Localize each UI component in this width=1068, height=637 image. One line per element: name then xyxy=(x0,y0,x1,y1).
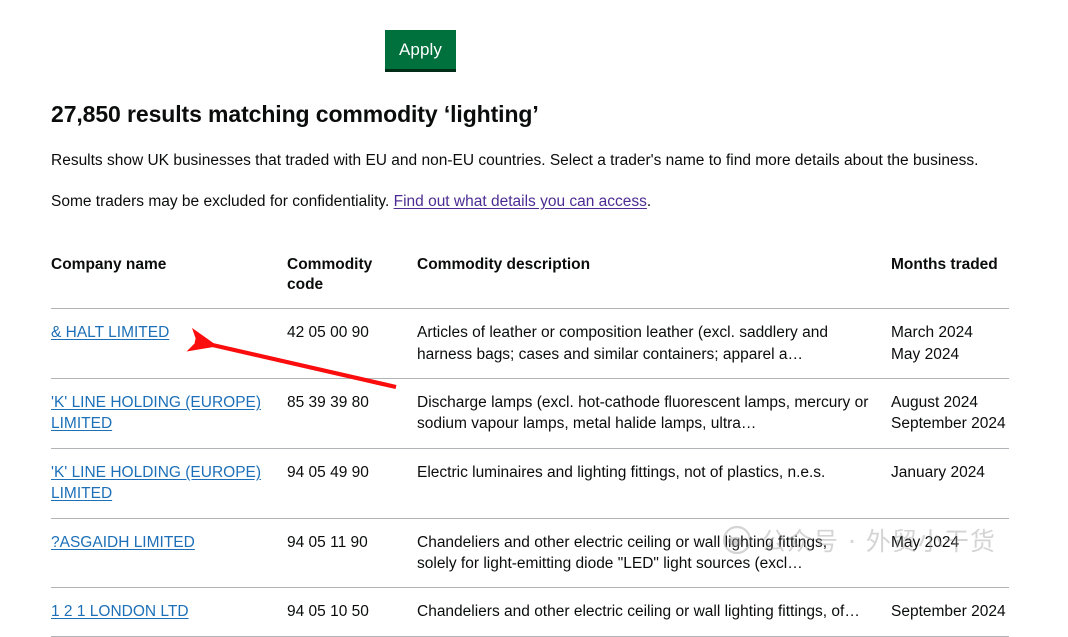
cell-company-name: 'K' LINE HOLDING (EUROPE) LIMITED xyxy=(51,448,287,519)
month-entry: May 2024 xyxy=(891,533,960,551)
cell-commodity-code: 94 05 49 90 xyxy=(287,448,417,519)
cell-months-traded: September 2024 xyxy=(891,587,1009,637)
intro-paragraph-2: Some traders may be excluded for confide… xyxy=(51,190,1009,213)
apply-button-row: Apply xyxy=(0,30,1068,74)
month-entry: March 2024 xyxy=(891,324,973,342)
cell-company-name: 1 2 1 LONDON LTD xyxy=(51,587,287,637)
month-entry: September 2024 xyxy=(891,415,1006,433)
cell-months-traded: March 2024 May 2024 xyxy=(891,308,1009,380)
cell-commodity-description: Articles of leather or composition leath… xyxy=(417,308,891,380)
cell-commodity-code: 42 05 00 90 xyxy=(287,308,417,380)
column-header-commodity-code: Commodity code xyxy=(287,255,417,310)
cell-months-traded: January 2024 xyxy=(891,448,1009,519)
results-table-head: Company name Commodity code Commodity de… xyxy=(51,255,1009,310)
cell-commodity-code: 94 05 10 50 xyxy=(287,587,417,637)
intro-paragraph-2-prefix: Some traders may be excluded for confide… xyxy=(51,193,394,210)
company-name-link[interactable]: 1 2 1 LONDON LTD xyxy=(51,603,189,620)
results-table-body: & HALT LIMITED 42 05 00 90 Articles of l… xyxy=(51,308,1009,637)
cell-company-name: 'K' LINE HOLDING (EUROPE) LIMITED xyxy=(51,378,287,449)
results-table: Company name Commodity code Commodity de… xyxy=(51,255,1009,637)
column-header-commodity-description: Commodity description xyxy=(417,255,891,310)
results-intro-block: 27,850 results matching commodity ‘light… xyxy=(51,100,1009,213)
apply-button[interactable]: Apply xyxy=(385,30,456,72)
cell-months-traded: May 2024 xyxy=(891,518,1009,589)
intro-paragraph-2-suffix: . xyxy=(646,193,652,210)
intro-paragraph-1: Results show UK businesses that traded w… xyxy=(51,151,979,169)
column-header-months-traded: Months traded xyxy=(891,255,1009,310)
table-row: 'K' LINE HOLDING (EUROPE) LIMITED 85 39 … xyxy=(51,378,1009,449)
cell-company-name: & HALT LIMITED xyxy=(51,308,287,380)
month-entry: August 2024 xyxy=(891,394,979,412)
table-header-row: Company name Commodity code Commodity de… xyxy=(51,255,1009,310)
table-row: ?ASGAIDH LIMITED 94 05 11 90 Chandeliers… xyxy=(51,518,1009,589)
cell-commodity-code: 85 39 39 80 xyxy=(287,378,417,449)
cell-company-name: ?ASGAIDH LIMITED xyxy=(51,518,287,589)
month-entry: September 2024 xyxy=(891,603,1006,621)
cell-commodity-description: Electric luminaires and lighting fitting… xyxy=(417,448,891,519)
details-access-link[interactable]: Find out what details you can access xyxy=(394,193,647,210)
cell-months-traded: August 2024 September 2024 xyxy=(891,378,1009,449)
month-entry: May 2024 xyxy=(891,345,960,363)
cell-commodity-description: Chandeliers and other electric ceiling o… xyxy=(417,587,891,637)
cell-commodity-description: Discharge lamps (excl. hot-cathode fluor… xyxy=(417,378,891,449)
company-name-link[interactable]: 'K' LINE HOLDING (EUROPE) LIMITED xyxy=(51,464,261,502)
month-entry: January 2024 xyxy=(891,463,985,481)
column-header-company-name: Company name xyxy=(51,255,287,310)
company-name-link[interactable]: ?ASGAIDH LIMITED xyxy=(51,534,195,551)
company-name-link[interactable]: 'K' LINE HOLDING (EUROPE) LIMITED xyxy=(51,394,261,432)
page-title: 27,850 results matching commodity ‘light… xyxy=(51,101,539,127)
table-row: 'K' LINE HOLDING (EUROPE) LIMITED 94 05 … xyxy=(51,448,1009,519)
table-row: 1 2 1 LONDON LTD 94 05 10 50 Chandeliers… xyxy=(51,587,1009,637)
cell-commodity-code: 94 05 11 90 xyxy=(287,518,417,589)
company-name-link[interactable]: & HALT LIMITED xyxy=(51,324,169,341)
cell-commodity-description: Chandeliers and other electric ceiling o… xyxy=(417,518,891,589)
table-row: & HALT LIMITED 42 05 00 90 Articles of l… xyxy=(51,308,1009,380)
